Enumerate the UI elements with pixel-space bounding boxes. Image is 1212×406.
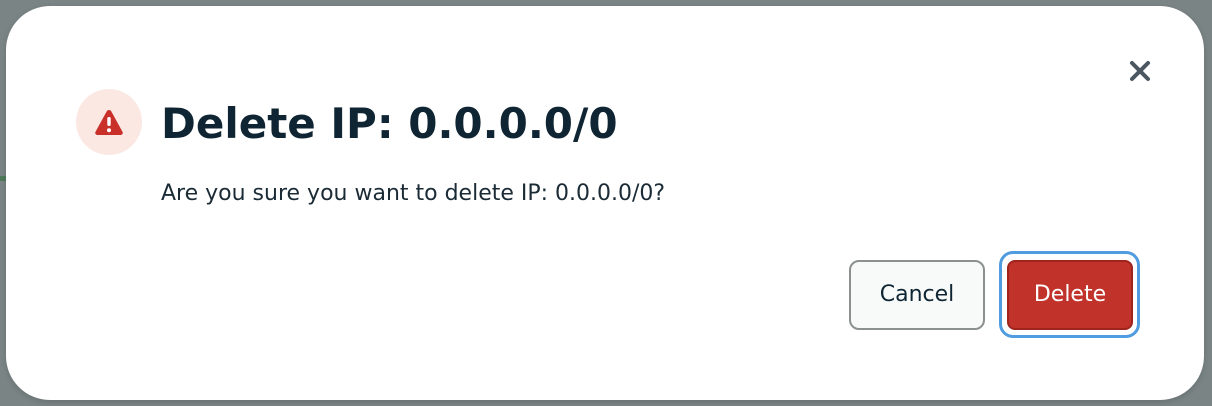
cancel-button[interactable]: Cancel (849, 260, 985, 330)
close-button[interactable] (1124, 55, 1156, 87)
dialog-message: Are you sure you want to delete IP: 0.0.… (161, 181, 666, 206)
delete-button[interactable]: Delete (1007, 260, 1133, 330)
dialog-title: Delete IP: 0.0.0.0/0 (161, 99, 618, 148)
delete-ip-dialog: Delete IP: 0.0.0.0/0 Are you sure you wa… (6, 6, 1204, 400)
warning-badge (76, 89, 142, 155)
close-icon (1130, 61, 1150, 81)
warning-triangle-icon (95, 110, 123, 135)
